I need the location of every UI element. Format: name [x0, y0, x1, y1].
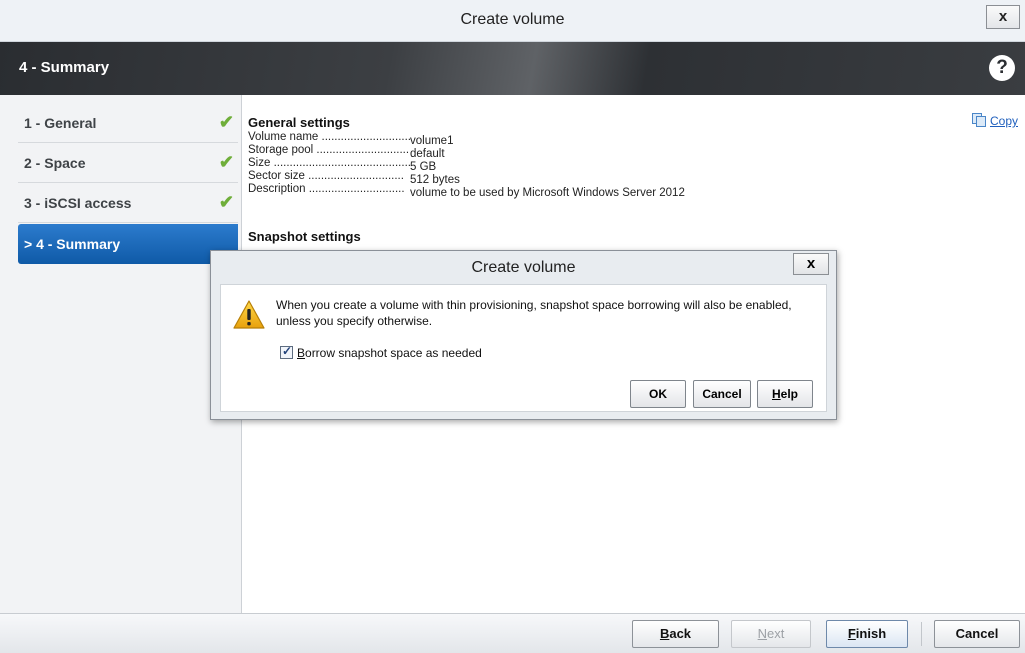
checkmark-icon: ✔: [218, 192, 234, 212]
window-close-button[interactable]: x: [986, 5, 1020, 29]
row-key: Sector size ............................…: [248, 170, 404, 182]
step-label: > 4 - Summary: [24, 236, 121, 252]
general-settings-title: General settings: [248, 115, 350, 130]
mnemonic-letter: B: [297, 346, 306, 360]
summary-row-volume-name: Volume name ............................…: [248, 131, 453, 147]
help-icon[interactable]: ?: [989, 55, 1015, 81]
checkmark-icon: ✔: [218, 152, 234, 172]
mnemonic-letter: H: [771, 387, 781, 401]
dialog-ok-button[interactable]: OK: [630, 380, 686, 408]
mnemonic-letter: F: [847, 626, 856, 641]
row-key: Volume name ............................…: [248, 131, 410, 143]
step-general[interactable]: 1 - General ✔: [18, 103, 238, 143]
step-navigation: 1 - General ✔ 2 - Space ✔ 3 - iSCSI acce…: [0, 95, 242, 613]
button-label: inish: [855, 626, 887, 641]
dialog-title: Create volume: [471, 259, 576, 276]
button-label: ext: [767, 626, 785, 641]
dialog-help-button[interactable]: Help: [757, 380, 813, 408]
dialog-message-line: unless you specify otherwise.: [276, 314, 433, 328]
step-label: 2 - Space: [24, 155, 86, 171]
row-value: volume to be used by Microsoft Windows S…: [410, 187, 685, 199]
create-volume-dialog: Create volume x When you create a volume…: [210, 250, 837, 420]
footer-divider: [921, 622, 922, 646]
borrow-snapshot-checkbox-row[interactable]: Borrow snapshot space as needed: [280, 344, 482, 360]
next-button[interactable]: Next: [731, 620, 811, 648]
window-titlebar: Create volume x: [0, 0, 1025, 42]
finish-button[interactable]: Finish: [826, 620, 908, 648]
borrow-snapshot-checkbox[interactable]: [280, 344, 293, 359]
dialog-close-button[interactable]: x: [793, 253, 829, 275]
summary-row-description: Description ............................…: [248, 183, 685, 199]
cancel-button[interactable]: Cancel: [934, 620, 1020, 648]
copy-link[interactable]: Copy: [971, 113, 1018, 128]
row-key: Storage pool ...........................…: [248, 144, 410, 156]
button-label: elp: [780, 387, 798, 401]
mnemonic-letter: N: [757, 626, 768, 641]
current-step-title: 4 - Summary: [19, 59, 110, 76]
mnemonic-letter: B: [659, 626, 670, 641]
wizard-header: 4 - Summary ?: [0, 42, 1025, 95]
step-label: 1 - General: [24, 115, 97, 131]
summary-row-sector-size: Sector size ............................…: [248, 170, 460, 186]
wizard-footer: Back Next Finish Cancel: [0, 613, 1025, 653]
dialog-message: When you create a volume with thin provi…: [276, 297, 821, 329]
dialog-message-line: When you create a volume with thin provi…: [276, 298, 792, 312]
warning-icon: [233, 300, 265, 329]
snapshot-settings-title: Snapshot settings: [248, 229, 361, 244]
copy-icon: [971, 113, 987, 127]
button-label: ack: [669, 626, 692, 641]
step-space[interactable]: 2 - Space ✔: [18, 143, 238, 183]
back-button[interactable]: Back: [632, 620, 719, 648]
row-key: Size ...................................…: [248, 157, 410, 169]
step-label: 3 - iSCSI access: [24, 195, 132, 211]
checkbox-label: orrow snapshot space as needed: [305, 346, 482, 360]
summary-row-storage-pool: Storage pool ...........................…: [248, 144, 445, 160]
dialog-body: When you create a volume with thin provi…: [220, 284, 827, 412]
step-summary[interactable]: > 4 - Summary: [18, 224, 238, 264]
checkmark-icon: ✔: [218, 112, 234, 132]
window-title: Create volume: [460, 11, 565, 28]
step-iscsi-access[interactable]: 3 - iSCSI access ✔: [18, 183, 238, 223]
dialog-cancel-button[interactable]: Cancel: [693, 380, 751, 408]
row-key: Description ............................…: [248, 183, 405, 195]
summary-row-size: Size ...................................…: [248, 157, 436, 173]
copy-label: Copy: [989, 114, 1018, 128]
